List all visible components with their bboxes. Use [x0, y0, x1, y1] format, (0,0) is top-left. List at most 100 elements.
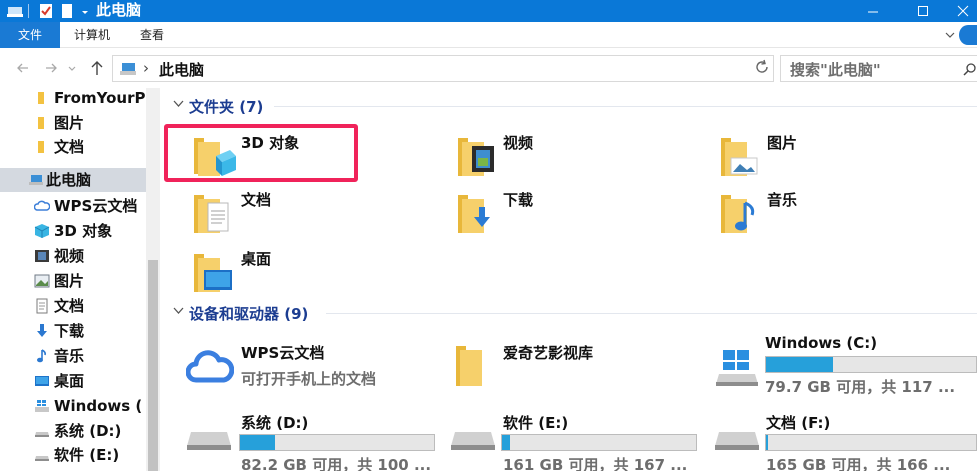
device-drive-f[interactable]: 文档 (F:) 165 GB 可用，共 166 ... — [714, 412, 977, 471]
folder-documents[interactable]: 文档 — [190, 189, 380, 245]
nav-label: Windows ( — [54, 397, 143, 415]
drive-usage-fill — [766, 435, 769, 450]
properties-icon[interactable] — [38, 3, 54, 19]
nav-item-desktop[interactable]: 桌面 — [0, 369, 146, 393]
folder-pictures[interactable]: 图片 — [717, 132, 907, 188]
up-button[interactable] — [88, 59, 106, 77]
new-folder-icon[interactable] — [60, 3, 74, 19]
breadcrumb-chevron-icon[interactable]: › — [143, 59, 149, 77]
nav-item-fromyourp[interactable]: FromYourP — [0, 86, 146, 110]
nav-label: 视频 — [54, 247, 85, 265]
maximize-button[interactable] — [900, 0, 946, 22]
device-iqiyi-library[interactable]: 爱奇艺影视库 — [454, 342, 694, 412]
folder-downloads[interactable]: 下载 — [454, 189, 644, 245]
refresh-icon — [756, 59, 768, 73]
nav-label: 3D 对象 — [54, 222, 113, 240]
nav-label: FromYourP — [54, 89, 146, 107]
folder-label: 音乐 — [767, 191, 798, 209]
nav-item-3d-objects[interactable]: 3D 对象 — [0, 219, 146, 243]
expand-ribbon-icon[interactable] — [945, 30, 955, 40]
folder-label: 下载 — [503, 191, 534, 209]
nav-item-pictures[interactable]: 图片 — [0, 269, 146, 293]
collapse-chevron-icon[interactable] — [173, 307, 184, 315]
nav-scrollbar[interactable] — [146, 88, 160, 471]
device-drive-d[interactable]: 系统 (D:) 82.2 GB 可用，共 100 ... — [186, 412, 436, 471]
nav-item-videos[interactable]: 视频 — [0, 244, 146, 268]
nav-label: 文档 — [54, 138, 85, 156]
folder-label: 桌面 — [241, 250, 272, 268]
customize-toolbar-icon[interactable] — [80, 3, 90, 19]
collapse-chevron-icon[interactable] — [173, 100, 184, 108]
3d-objects-folder-icon — [194, 138, 236, 176]
back-arrow-icon — [17, 63, 28, 73]
maximize-icon — [918, 6, 928, 16]
video-folder-icon — [458, 138, 494, 176]
refresh-button[interactable] — [754, 59, 772, 77]
nav-item-drive-d[interactable]: 系统 (D:) — [0, 419, 146, 443]
device-wps-cloud[interactable]: WPS云文档 可打开手机上的文档 — [186, 342, 426, 412]
desktop-folder-icon — [194, 254, 232, 292]
tab-file[interactable]: 文件 — [0, 22, 60, 48]
drive-icon — [715, 432, 759, 450]
pictures-folder-icon — [721, 138, 758, 176]
drive-usage-bar — [501, 434, 697, 451]
folder-label: 文档 — [241, 191, 272, 209]
documents-folder-icon — [194, 195, 229, 233]
nav-item-music[interactable]: 音乐 — [0, 344, 146, 368]
explorer-app-icon[interactable] — [6, 3, 24, 19]
nav-item-drive-e[interactable]: 软件 (E:) — [0, 443, 146, 467]
folder-icon — [38, 117, 44, 129]
folders-group-header[interactable]: 文件夹 (7) — [160, 95, 977, 117]
address-bar[interactable]: › 此电脑 — [112, 55, 859, 82]
nav-scrollbar-thumb[interactable] — [148, 260, 158, 471]
pc-icon — [120, 63, 136, 75]
devices-group-header[interactable]: 设备和驱动器 (9) — [160, 302, 977, 324]
nav-label: 下载 — [54, 322, 85, 340]
help-icon[interactable] — [959, 25, 977, 45]
search-placeholder: 搜索"此电脑" — [790, 61, 881, 79]
search-icon[interactable] — [963, 62, 977, 76]
tab-computer[interactable]: 计算机 — [64, 22, 120, 48]
drive-icon — [35, 432, 49, 437]
device-drive-e[interactable]: 软件 (E:) 161 GB 可用，共 167 ... — [450, 412, 700, 471]
nav-item-documents-quick[interactable]: 文档 — [0, 135, 146, 159]
device-subtitle: 可打开手机上的文档 — [241, 370, 377, 388]
drive-name: 文档 (F:) — [766, 414, 831, 432]
tab-view[interactable]: 查看 — [130, 22, 174, 48]
drive-usage-fill — [766, 357, 834, 372]
nav-label: 此电脑 — [46, 171, 92, 189]
download-icon — [37, 324, 47, 337]
device-name: 爱奇艺影视库 — [503, 344, 594, 362]
device-drive-c[interactable]: Windows (C:) 79.7 GB 可用，共 117 ... — [715, 334, 977, 404]
nav-item-downloads[interactable]: 下载 — [0, 319, 146, 343]
drive-icon — [187, 432, 231, 450]
group-divider — [274, 106, 977, 107]
nav-item-this-pc[interactable]: 此电脑 — [0, 168, 146, 192]
drive-icon — [35, 456, 49, 461]
drive-usage-bar — [239, 434, 435, 451]
nav-item-pictures-quick[interactable]: 图片 — [0, 111, 146, 135]
forward-button[interactable] — [42, 59, 60, 77]
nav-item-wps-cloud[interactable]: WPS云文档 — [0, 194, 146, 218]
close-icon — [957, 5, 968, 17]
folder-videos[interactable]: 视频 — [454, 132, 644, 188]
close-button[interactable] — [948, 0, 977, 22]
recent-locations-button[interactable] — [66, 59, 78, 77]
folder-label: 3D 对象 — [241, 134, 300, 152]
nav-label: 文档 — [54, 297, 85, 315]
title-separator — [28, 4, 29, 18]
nav-item-windows-c[interactable]: Windows ( — [0, 394, 146, 418]
content-pane: 文件夹 (7) 3D 对象 视频 图片 文档 下载 音乐 桌面 设备和驱动器 (… — [160, 88, 977, 471]
search-box[interactable]: 搜索"此电脑" — [780, 55, 977, 82]
folder-music[interactable]: 音乐 — [717, 189, 907, 245]
minimize-button[interactable] — [850, 0, 896, 22]
breadcrumb-current[interactable]: 此电脑 — [159, 59, 204, 80]
folder-icon — [38, 141, 44, 153]
back-button[interactable] — [14, 59, 32, 77]
forward-arrow-icon — [46, 63, 57, 73]
drive-free-space: 161 GB 可用，共 167 ... — [503, 456, 688, 471]
folder-3d-objects[interactable]: 3D 对象 — [190, 132, 380, 188]
folder-desktop[interactable]: 桌面 — [190, 248, 380, 304]
nav-label: 系统 (D:) — [54, 422, 122, 440]
nav-item-documents[interactable]: 文档 — [0, 294, 146, 318]
